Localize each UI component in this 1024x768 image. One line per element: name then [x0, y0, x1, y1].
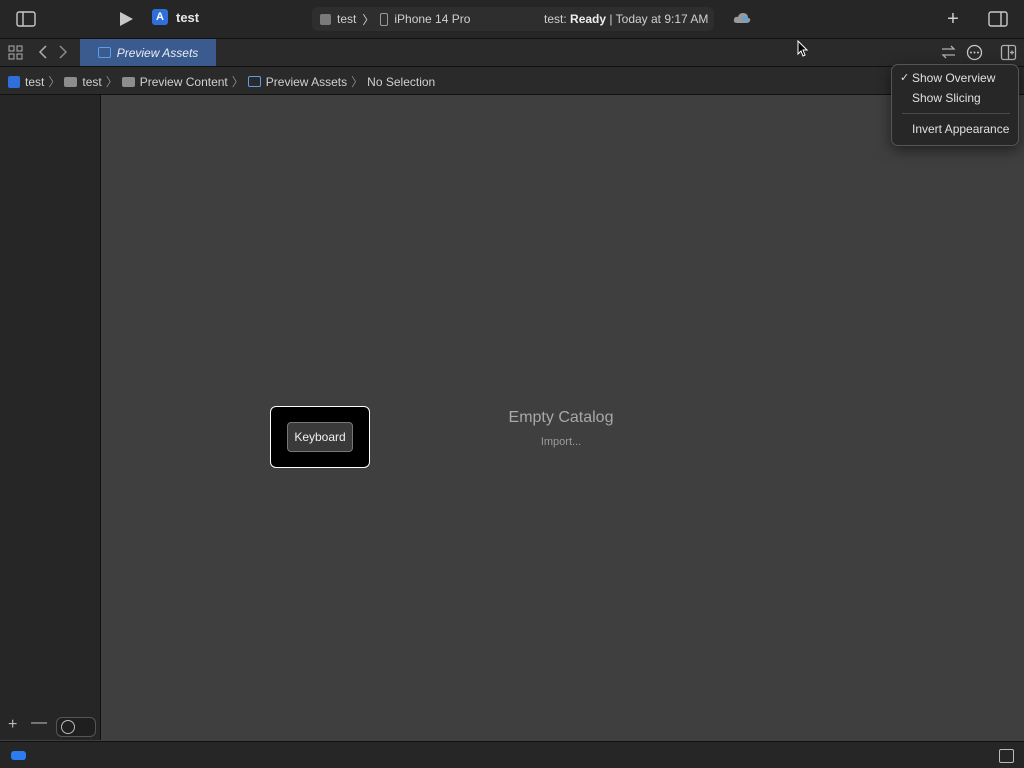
more-options-icon[interactable] — [966, 44, 983, 61]
folder-icon — [121, 76, 135, 87]
mouse-cursor-icon — [797, 40, 809, 57]
scheme-chevron: 〉 — [362, 12, 375, 27]
keyboard-overlay: Keyboard — [270, 406, 370, 468]
breadcrumb-item-group[interactable]: test — [64, 74, 102, 89]
breadcrumb-separator: 〉 — [351, 75, 364, 89]
status-bar — [0, 741, 1024, 768]
back-chevron-icon[interactable] — [36, 44, 50, 60]
toolbar: A test test 〉 iPhone 14 Pro test: Ready … — [0, 0, 1024, 39]
editor-options-menu: ✓ Show Overview Show Slicing Invert Appe… — [891, 64, 1019, 146]
checkmark-icon: ✓ — [900, 72, 910, 84]
inspector-toggle-icon[interactable] — [988, 10, 1008, 28]
breadcrumb-separator: 〉 — [105, 75, 118, 89]
breadcrumb-label: No Selection — [367, 74, 436, 89]
filter-field[interactable] — [56, 717, 96, 737]
menu-item-label: Invert Appearance — [912, 122, 1010, 136]
scheme-device: iPhone 14 Pro — [394, 12, 471, 26]
remove-asset-button[interactable]: — — [31, 714, 47, 732]
import-link[interactable]: Import... — [101, 436, 1021, 448]
add-asset-button[interactable]: + — [8, 716, 17, 734]
sidebar-footer: + — — [0, 712, 100, 740]
menu-separator — [902, 113, 1010, 114]
scheme-status-bar[interactable]: test 〉 iPhone 14 Pro test: Ready | Today… — [312, 7, 714, 31]
folder-icon — [64, 76, 78, 87]
status-state: Ready — [570, 12, 607, 26]
scheme-target: test — [337, 12, 357, 26]
asset-sidebar: + — — [0, 95, 101, 740]
status-time: | Today at 9:17 AM — [609, 12, 709, 26]
debug-area-toggle-icon[interactable] — [999, 749, 1014, 763]
breadcrumb-item-preview-content[interactable]: Preview Content — [121, 74, 228, 89]
tab-label: Preview Assets — [116, 45, 199, 60]
breadcrumb-item-preview-assets[interactable]: Preview Assets — [247, 74, 348, 89]
cloud-icon[interactable] — [733, 12, 751, 24]
xcode-window: A test test 〉 iPhone 14 Pro test: Ready … — [0, 0, 1024, 768]
project-name: test — [176, 9, 200, 25]
run-button-icon[interactable] — [116, 10, 136, 28]
related-items-grid-icon[interactable] — [8, 45, 23, 60]
asset-editor: Empty Catalog Import... Keyboard — [101, 95, 1024, 740]
library-add-button[interactable]: + — [943, 7, 963, 31]
swap-arrows-icon[interactable] — [940, 44, 957, 60]
project-app-icon: A — [152, 9, 168, 25]
breadcrumb-label: Preview Assets — [265, 74, 348, 89]
breadcrumb-label: Preview Content — [139, 74, 228, 89]
menu-item-label: Show Slicing — [912, 91, 981, 105]
keyboard-button[interactable]: Keyboard — [287, 422, 353, 452]
build-status: test: Ready | Today at 9:17 AM — [544, 12, 708, 26]
menu-item-label: Show Overview — [912, 71, 996, 85]
project-title[interactable]: A test — [152, 9, 199, 25]
tab-preview-assets[interactable]: Preview Assets — [80, 39, 216, 66]
breadcrumb-label: test — [82, 74, 102, 89]
breadcrumb-item-project[interactable]: test — [8, 75, 44, 89]
breadcrumb-label: test — [25, 74, 45, 89]
tab-bar: Preview Assets — [0, 39, 1024, 67]
menu-item-show-slicing[interactable]: Show Slicing — [892, 88, 1018, 108]
jump-bar: test 〉 test 〉 Preview Content 〉 Preview … — [0, 67, 1024, 95]
breadcrumb-item-selection[interactable]: No Selection — [367, 75, 435, 89]
scheme-selector[interactable]: test 〉 iPhone 14 Pro — [320, 11, 470, 28]
project-icon — [8, 75, 20, 88]
scheme-app-icon — [320, 13, 331, 25]
breadcrumb-separator: 〉 — [48, 75, 61, 89]
breadcrumb: test 〉 test 〉 Preview Content 〉 Preview … — [8, 73, 435, 90]
phone-icon — [380, 12, 389, 26]
filter-indicator-icon[interactable] — [11, 751, 26, 760]
status-prefix: test: — [544, 12, 567, 26]
asset-catalog-icon — [97, 47, 111, 58]
menu-item-show-overview[interactable]: ✓ Show Overview — [892, 68, 1018, 88]
add-editor-icon[interactable] — [1000, 44, 1017, 61]
breadcrumb-separator: 〉 — [231, 75, 244, 89]
empty-catalog-title: Empty Catalog — [508, 409, 614, 426]
menu-item-invert-appearance[interactable]: Invert Appearance — [892, 119, 1018, 139]
asset-catalog-icon — [247, 76, 261, 87]
filter-icon — [61, 720, 75, 734]
forward-chevron-icon[interactable] — [56, 44, 70, 60]
sidebar-toggle-icon[interactable] — [16, 10, 36, 28]
